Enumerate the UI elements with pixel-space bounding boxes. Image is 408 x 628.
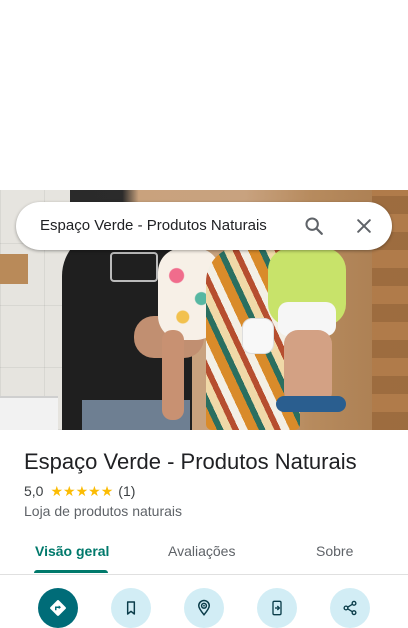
search-query-text[interactable]: Espaço Verde - Produtos Naturais [40,202,267,250]
directions-icon [50,600,66,616]
star-icon: ★ [100,483,114,499]
place-tabs: Visão geral Avaliações Sobre [0,530,408,575]
star-icon: ★ [63,483,76,499]
star-icon: ★ [88,483,101,499]
tab-reviews[interactable]: Avaliações [168,530,235,574]
search-icon [305,217,323,235]
nearby-button[interactable] [184,588,224,628]
nearby-icon [197,599,211,616]
send-to-phone-button[interactable] [257,588,297,628]
tab-about[interactable]: Sobre [316,530,353,574]
close-icon [357,219,371,233]
search-button[interactable] [294,206,334,246]
tab-overview[interactable]: Visão geral [35,530,109,574]
photo-shelf [0,254,28,284]
send-to-phone-icon [272,600,282,616]
close-button[interactable] [344,206,384,246]
photo-boy-shoes [276,396,346,412]
action-buttons [0,580,408,628]
directions-button[interactable] [38,588,78,628]
rating-row[interactable]: 5,0 ★ ★ ★ ★ ★ (1) [24,482,135,500]
photo-shirt-logo [110,252,158,282]
star-icon: ★ [75,483,89,499]
photo-boy-legs [284,330,332,406]
photo-face-mask [242,318,274,354]
photo-box [0,396,58,430]
place-title: Espaço Verde - Produtos Naturais [24,449,357,474]
photo-girl-legs [162,330,184,420]
search-bar[interactable]: Espaço Verde - Produtos Naturais [16,202,392,250]
active-tab-indicator [34,570,108,573]
bookmark-icon [126,601,136,615]
share-icon [343,600,357,616]
share-button[interactable] [330,588,370,628]
star-icon: ★ [50,483,64,499]
rating-stars: ★ ★ ★ ★ ★ [50,482,113,500]
reviews-count[interactable]: (1) [118,483,135,499]
save-button[interactable] [111,588,151,628]
blank-header-area [0,0,408,190]
rating-value: 5,0 [24,483,44,499]
place-category[interactable]: Loja de produtos naturais [24,502,182,520]
